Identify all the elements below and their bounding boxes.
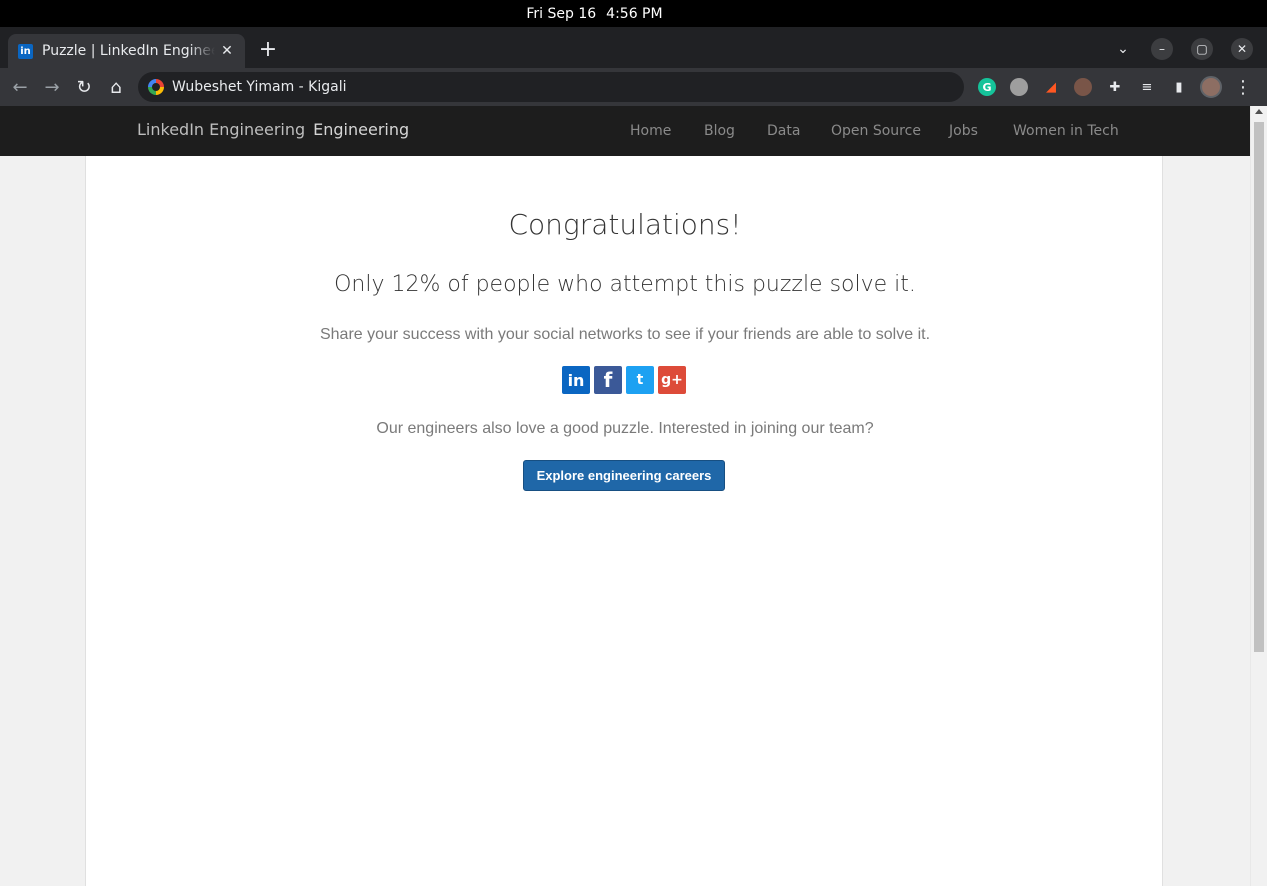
nav-link-jobs[interactable]: Jobs [949,123,978,139]
extension-icon[interactable] [1074,78,1092,96]
explore-careers-button[interactable]: Explore engineering careers [523,460,725,491]
browser-tab-active[interactable]: in Puzzle | LinkedIn Engineering ✕ [8,34,245,68]
nav-link-home[interactable]: Home [630,123,671,139]
browser-toolbar: ← → ↻ ⌂ Wubeshet Yimam - Kigali G ◢ ✚ ≡ … [0,68,1267,106]
os-clock[interactable]: Fri Sep 16 4:56 PM [526,6,662,22]
address-text: Wubeshet Yimam - Kigali [172,79,347,95]
back-icon[interactable]: ← [8,75,32,99]
social-share-buttons: in f t g+ [562,366,686,394]
tab-close-icon[interactable]: ✕ [219,43,235,59]
puzzle-icon[interactable]: ✚ [1106,78,1124,96]
page-title: Congratulations! [508,208,742,241]
nav-link-data[interactable]: Data [767,123,800,139]
menu-icon[interactable]: ⋮ [1234,77,1252,98]
google-icon [148,79,164,95]
maximize-window-button[interactable]: ▢ [1191,38,1213,60]
tab-title: Puzzle | LinkedIn Engineering [42,43,215,59]
extension-icon[interactable]: ◢ [1042,78,1060,96]
tab-search-chevron-icon[interactable]: ⌄ [1112,38,1134,60]
careers-prompt: Our engineers also love a good puzzle. I… [376,420,874,437]
success-stat: Only 12% of people who attempt this puzz… [334,272,916,297]
site-navbar: LinkedIn Engineering Engineering Home Bl… [0,106,1250,156]
browser-tab-strip: in Puzzle | LinkedIn Engineering ✕ + ⌄ –… [0,27,1267,68]
share-prompt: Share your success with your social netw… [319,326,931,343]
address-bar[interactable]: Wubeshet Yimam - Kigali [138,72,964,102]
playlist-icon[interactable]: ≡ [1138,78,1156,96]
forward-icon[interactable]: → [40,75,64,99]
nav-link-women-in-tech[interactable]: Women in Tech [1013,123,1119,139]
page-viewport: LinkedIn Engineering Engineering Home Bl… [0,106,1267,886]
side-panel-icon[interactable]: ▮ [1170,78,1188,96]
home-icon[interactable]: ⌂ [104,75,128,99]
reload-icon[interactable]: ↻ [72,75,96,99]
grammarly-icon[interactable]: G [978,78,996,96]
nav-link-open-source[interactable]: Open Source [831,123,921,139]
linkedin-share-icon[interactable]: in [562,366,590,394]
profile-avatar[interactable] [1200,76,1222,98]
os-top-bar: Fri Sep 16 4:56 PM [0,0,1267,27]
scroll-thumb[interactable] [1254,122,1264,652]
nav-link-blog[interactable]: Blog [704,123,735,139]
linkedin-favicon-icon: in [18,43,33,59]
os-date: Fri Sep 16 [526,5,597,22]
brand[interactable]: LinkedIn Engineering Engineering [137,120,409,139]
brand-text: Engineering [313,120,410,139]
new-tab-button[interactable]: + [256,38,280,62]
brand-logo-broken-image: LinkedIn Engineering [137,120,306,139]
scroll-up-arrow-icon[interactable] [1255,109,1263,114]
google-plus-share-icon[interactable]: g+ [658,366,686,394]
minimize-window-button[interactable]: – [1151,38,1173,60]
page-scrollbar[interactable] [1250,106,1267,886]
facebook-share-icon[interactable]: f [594,366,622,394]
close-window-button[interactable]: ✕ [1231,38,1253,60]
extension-icon[interactable] [1010,78,1028,96]
twitter-share-icon[interactable]: t [626,366,654,394]
os-time: 4:56 PM [606,5,663,22]
main-content: Congratulations! Only 12% of people who … [85,156,1163,886]
